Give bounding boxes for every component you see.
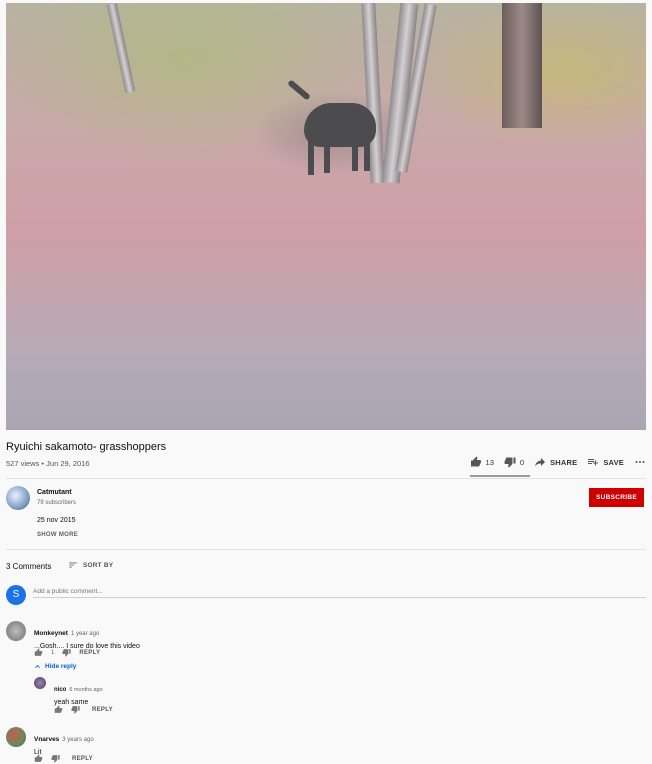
channel-avatar[interactable]	[6, 486, 30, 510]
playlist-add-icon	[588, 459, 599, 466]
share-label: SHARE	[550, 457, 578, 467]
comment-count: 3 Comments	[6, 562, 52, 571]
thumbs-down-icon[interactable]	[71, 705, 80, 714]
dog-leg	[324, 141, 330, 173]
comment-author[interactable]: Vnarves	[34, 736, 59, 743]
show-more-button[interactable]: SHOW MORE	[37, 532, 78, 538]
dog-leg	[364, 139, 370, 171]
comment-actions: REPLY	[54, 705, 113, 714]
dog-leg	[308, 141, 314, 175]
comment-like-count: 1	[51, 649, 55, 656]
thumbs-up-icon[interactable]	[54, 705, 63, 714]
reply-avatar[interactable]	[34, 677, 46, 689]
video-player[interactable]	[6, 3, 646, 430]
reply-button[interactable]: REPLY	[92, 707, 113, 713]
more-horiz-icon	[635, 461, 645, 463]
dislike-button[interactable]: 0	[504, 456, 524, 468]
thumbs-down-icon[interactable]	[62, 648, 71, 657]
comment-author[interactable]: nico	[54, 687, 66, 693]
share-icon	[535, 458, 546, 467]
reply-comment: nico 6 months ago yeah same	[54, 678, 103, 706]
comment: Vnarves 3 years ago Lit	[34, 728, 94, 756]
divider	[6, 549, 646, 550]
thumbs-up-icon[interactable]	[34, 754, 43, 763]
hide-reply-label: Hide reply	[45, 663, 77, 670]
comment-avatar[interactable]	[6, 621, 26, 641]
comment: Monkeynet 1 year ago ...Gosh.... I sure d…	[34, 622, 140, 650]
tree-trunk	[502, 3, 542, 128]
divider	[6, 478, 646, 479]
like-ratio-bar	[470, 475, 530, 477]
like-button[interactable]: 13	[470, 456, 494, 468]
video-title: Ryuichi sakamoto- grasshoppers	[6, 441, 167, 453]
save-button[interactable]: SAVE	[587, 456, 624, 468]
thumbs-down-icon	[504, 457, 516, 468]
dog-leg	[352, 141, 358, 171]
video-description: 25 nov 2015	[37, 517, 76, 524]
reply-button[interactable]: REPLY	[79, 650, 100, 656]
dog-tail	[287, 79, 311, 101]
thumbs-down-icon[interactable]	[51, 754, 60, 763]
tree-trunk	[106, 3, 136, 94]
my-avatar: S	[6, 585, 26, 605]
chevron-up-icon	[35, 665, 40, 668]
thumbs-up-icon[interactable]	[34, 648, 43, 657]
thumbs-up-icon	[470, 456, 481, 467]
dislike-count: 0	[519, 457, 525, 467]
video-actions: 13 0 SHARE SAVE	[470, 456, 646, 468]
subscribe-button[interactable]: SUBSCRIBE	[589, 488, 644, 507]
comment-time[interactable]: 6 months ago	[69, 687, 102, 693]
share-button[interactable]: SHARE	[534, 456, 577, 468]
comment-time[interactable]: 3 years ago	[62, 737, 93, 743]
sort-icon	[69, 562, 77, 568]
video-views-date: 527 views • Jun 29, 2016	[6, 459, 90, 468]
add-comment-input[interactable]	[33, 585, 646, 598]
channel-name[interactable]: Catmutant	[37, 489, 72, 496]
more-actions-button[interactable]	[634, 456, 646, 468]
channel-subscribers: 79 subscribers	[37, 500, 77, 506]
save-label: SAVE	[603, 457, 624, 467]
comment-avatar[interactable]	[6, 727, 26, 747]
comment-author[interactable]: Monkeynet	[34, 630, 68, 637]
reply-button[interactable]: REPLY	[72, 756, 93, 762]
sort-label: SORT BY	[83, 561, 114, 569]
comment-actions: 1 REPLY	[34, 648, 100, 657]
sort-by-button[interactable]: SORT BY	[68, 560, 113, 570]
like-count: 13	[485, 457, 494, 467]
hide-replies-button[interactable]: Hide reply	[34, 663, 76, 670]
comment-actions: REPLY	[34, 754, 93, 763]
comment-time[interactable]: 1 year ago	[71, 631, 99, 637]
